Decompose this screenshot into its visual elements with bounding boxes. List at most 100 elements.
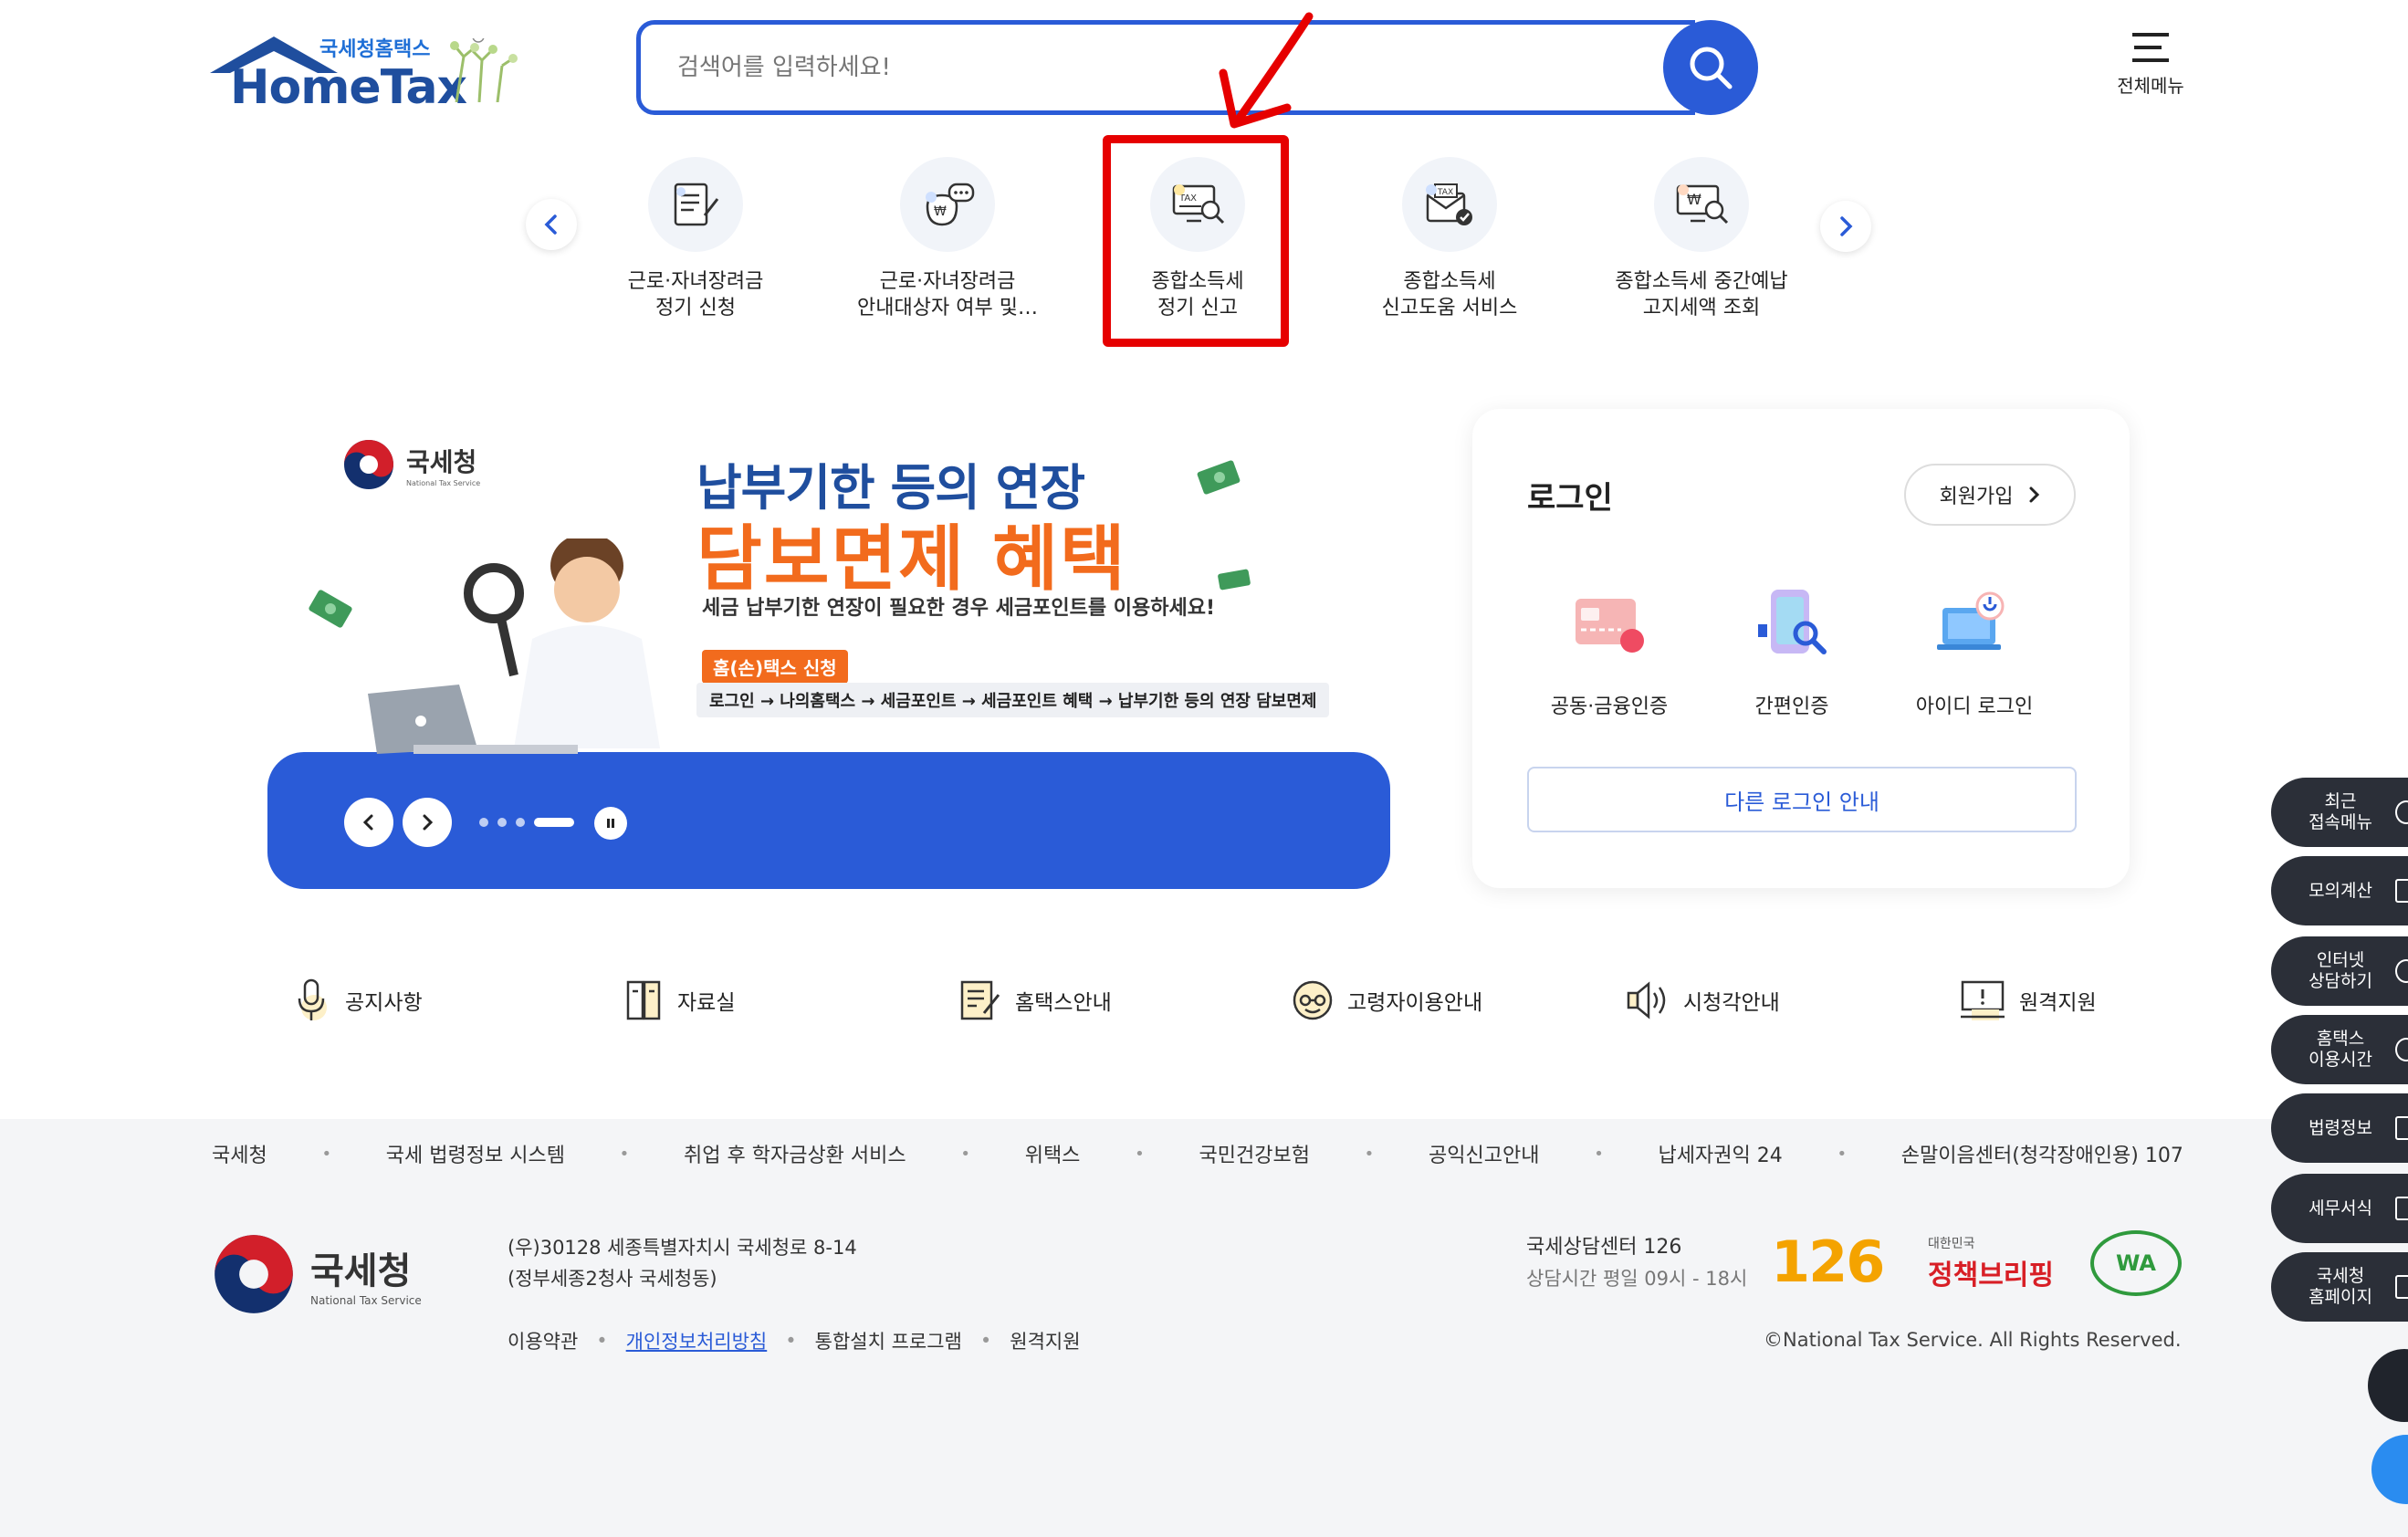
quick-menu-item[interactable]: 근로·자녀장려금 정기 신청 xyxy=(577,157,814,321)
banner-subtitle: 세금 납부기한 연장이 필요한 경우 세금포인트를 이용하세요! xyxy=(702,597,1215,620)
money-bill-icon xyxy=(1197,460,1241,495)
hometax-guide-menu-item[interactable]: 홈택스안내 xyxy=(958,977,1112,1024)
promo-banner[interactable]: 국세청 National Tax Service 납부기한 등의 연장 담보면제… xyxy=(267,411,1390,890)
footer-link[interactable]: 손말이음센터(청각장애인용) 107 xyxy=(1901,1139,2183,1168)
search-input[interactable] xyxy=(641,25,1691,110)
footer-link[interactable]: 국민건강보험 xyxy=(1199,1139,1310,1168)
annotation-arrow-icon xyxy=(1219,12,1314,129)
banner-pagination xyxy=(479,818,574,827)
address-line2: (정부세종2청사 국세청동) xyxy=(508,1268,717,1290)
quick-menu-label-line1: 종합소득세 중간예납 xyxy=(1615,270,1788,293)
home-icon xyxy=(2395,1275,2408,1299)
footer: 국세청 • 국세 법령정보 시스템 • 취업 후 학자금상환 서비스 • 위택스 • 국… xyxy=(0,1119,2408,1537)
link-separator: • xyxy=(960,1144,970,1164)
audiovisual-guide-label: 시청각안내 xyxy=(1683,991,1780,1015)
pagination-dot[interactable] xyxy=(516,818,525,827)
link-separator: • xyxy=(596,1330,608,1352)
banner-next-button[interactable] xyxy=(403,798,452,847)
remote-support-link[interactable]: 원격지원 xyxy=(1010,1327,1080,1354)
banner-agency-name: 국세청 xyxy=(406,446,477,477)
side-label-line1: 최근 xyxy=(2324,791,2357,811)
footer-link[interactable]: 국세 법령정보 시스템 xyxy=(386,1139,565,1168)
quick-menu-label-line1: 근로·자녀장려금 xyxy=(879,270,1016,293)
calculator-icon xyxy=(2395,879,2408,903)
link-separator: • xyxy=(321,1144,332,1164)
quick-menu-item[interactable]: ₩ 종합소득세 중간예납 고지세액 조회 xyxy=(1583,157,1820,321)
banner-pause-button[interactable] xyxy=(594,807,627,840)
side-recent-menu-button[interactable]: 최근 접속메뉴 xyxy=(2271,778,2408,847)
quick-menu-item[interactable]: TAX 종합소득세 신고도움 서비스 xyxy=(1331,157,1568,321)
all-menu-label: 전체메뉴 xyxy=(2117,75,2184,97)
wa-accessibility-mark[interactable]: WA xyxy=(2090,1230,2182,1296)
side-label-line1: 국세청 xyxy=(2316,1266,2365,1286)
quick-menu-label-line2: 정기 신청 xyxy=(655,297,736,319)
banner-tag: 홈(손)택스 신청 xyxy=(702,650,848,684)
link-separator: • xyxy=(619,1144,630,1164)
terms-link[interactable]: 이용약관 xyxy=(508,1327,578,1354)
elder-guide-menu-item[interactable]: 고령자이용안내 xyxy=(1291,977,1482,1024)
audiovisual-guide-menu-item[interactable]: 시청각안내 xyxy=(1625,977,1780,1024)
all-menu-button[interactable]: 전체메뉴 xyxy=(2114,33,2187,98)
install-program-link[interactable]: 통합설치 프로그램 xyxy=(815,1327,962,1354)
side-nts-homepage-button[interactable]: 국세청 홈페이지 xyxy=(2271,1252,2408,1322)
side-online-consult-button[interactable]: 인터넷 상담하기 xyxy=(2271,936,2408,1006)
pagination-dot-active[interactable] xyxy=(534,818,574,827)
remote-support-label: 원격지원 xyxy=(2019,991,2097,1015)
money-bill-icon xyxy=(1218,569,1251,591)
hometax-guide-label: 홈택스안내 xyxy=(1015,991,1112,1015)
notice-menu-item[interactable]: 공지사항 xyxy=(292,977,423,1024)
footer-policy-links: 이용약관 • 개인정보처리방침 • 통합설치 프로그램 • 원격지원 xyxy=(508,1327,1081,1354)
quick-menu-item[interactable]: ₩ 근로·자녀장려금 안내대상자 여부 및… xyxy=(829,157,1066,321)
pagination-dot[interactable] xyxy=(497,818,507,827)
hamburger-icon xyxy=(2114,33,2187,62)
id-login-button[interactable]: 아이디 로그인 xyxy=(1883,582,2066,719)
id-login-monitor-icon xyxy=(1937,591,2005,650)
quick-menu-label-line2: 안내대상자 여부 및… xyxy=(857,297,1038,319)
pagination-dot[interactable] xyxy=(479,818,488,827)
side-law-info-button[interactable]: 법령정보 xyxy=(2271,1093,2408,1163)
quick-menu-label-line2: 신고도움 서비스 xyxy=(1381,297,1518,319)
hometax-logo[interactable]: 국세청홈택스 HomeTax xyxy=(210,20,520,115)
link-separator: • xyxy=(979,1330,992,1352)
file-cabinet-icon xyxy=(626,980,661,1020)
microphone-icon xyxy=(298,978,327,1020)
signup-button[interactable]: 회원가입 xyxy=(1904,464,2076,526)
quick-menu-next-button[interactable] xyxy=(1820,201,1871,252)
side-label-line2: 상담하기 xyxy=(2309,971,2372,991)
gavel-icon xyxy=(2395,1116,2408,1140)
footer-link[interactable]: 국세청 xyxy=(212,1139,267,1168)
certificate-card-icon xyxy=(1576,599,1644,653)
search-button[interactable] xyxy=(1663,20,1758,115)
call-126-logo[interactable]: 126 xyxy=(1771,1229,1885,1295)
side-mock-calc-button[interactable]: 모의계산 xyxy=(2271,856,2408,925)
archive-menu-item[interactable]: 자료실 xyxy=(624,977,735,1024)
banner-prev-button[interactable] xyxy=(344,798,393,847)
footer-related-links: 국세청 • 국세 법령정보 시스템 • 취업 후 학자금상환 서비스 • 위택스 • 국… xyxy=(212,1139,2183,1168)
footer-link[interactable]: 취업 후 학자금상환 서비스 xyxy=(684,1139,906,1168)
policy-briefing-logo[interactable]: 대한민국 정책브리핑 xyxy=(1928,1234,2054,1292)
login-card: 로그인 회원가입 공동·금융인증 간편인증 아이디 로그인 다른 로그인 안내 xyxy=(1472,409,2130,888)
link-separator: • xyxy=(785,1330,797,1352)
chevron-left-icon xyxy=(362,814,373,831)
money-bill-icon xyxy=(309,590,352,628)
side-label-line1: 홈택스 xyxy=(2316,1029,2365,1049)
footer-link[interactable]: 납세자권익 24 xyxy=(1659,1139,1783,1168)
other-login-guide-button[interactable]: 다른 로그인 안내 xyxy=(1527,767,2077,832)
clock-icon xyxy=(2395,800,2408,824)
cert-login-button[interactable]: 공동·금융인증 xyxy=(1518,582,1701,719)
quick-menu-prev-button[interactable] xyxy=(526,199,577,250)
policy-briefing-text: 정책브리핑 xyxy=(1928,1260,2054,1291)
search-bar xyxy=(636,20,1758,117)
archive-label: 자료실 xyxy=(677,991,736,1015)
remote-support-menu-item[interactable]: 원격지원 xyxy=(1959,977,2097,1024)
copyright: ©National Tax Service. All Rights Reserv… xyxy=(1764,1329,2182,1351)
svg-text:₩: ₩ xyxy=(1687,191,1701,208)
privacy-policy-link[interactable]: 개인정보처리방침 xyxy=(626,1327,768,1354)
svg-text:TAX: TAX xyxy=(1437,188,1453,197)
side-hometax-hours-button[interactable]: 홈택스 이용시간 xyxy=(2271,1015,2408,1084)
speaker-icon xyxy=(1627,981,1666,1019)
footer-link[interactable]: 공익신고안내 xyxy=(1429,1139,1539,1168)
side-tax-forms-button[interactable]: 세무서식 xyxy=(2271,1174,2408,1243)
simple-auth-button[interactable]: 간편인증 xyxy=(1701,582,1883,719)
footer-link[interactable]: 위택스 xyxy=(1025,1139,1081,1168)
